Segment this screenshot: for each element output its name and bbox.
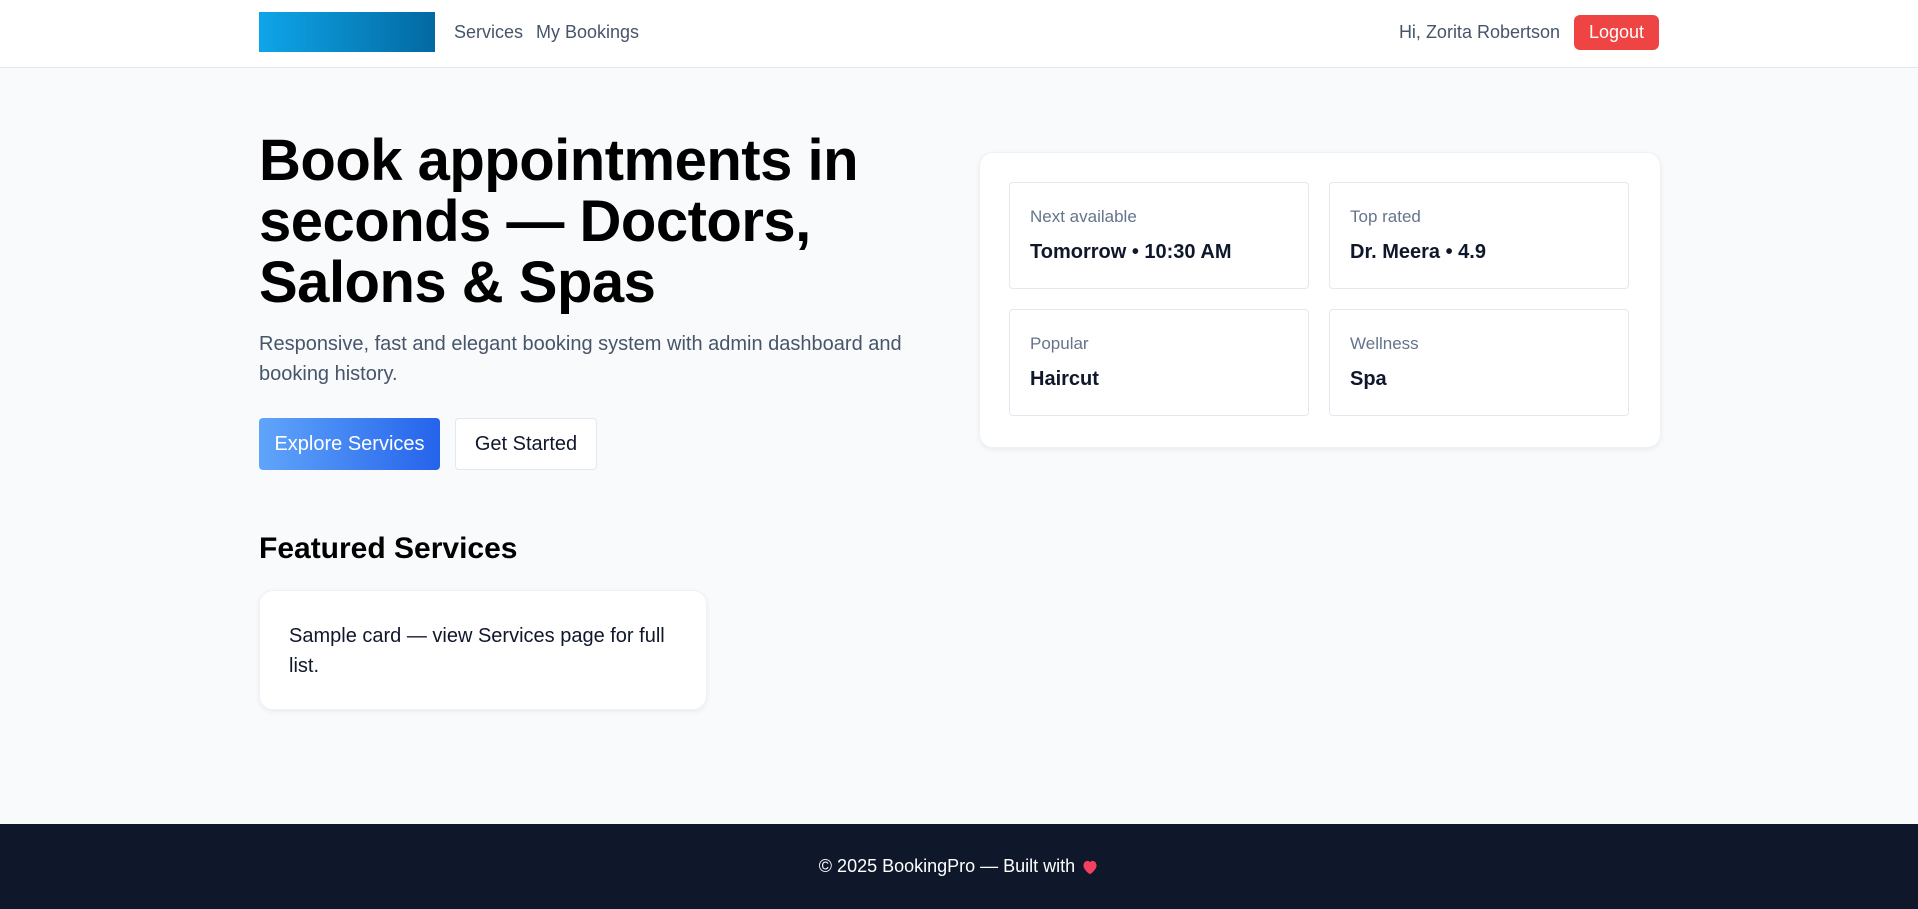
stat-value: Haircut [1030, 368, 1099, 390]
stat-card-wellness: Wellness Spa [1329, 309, 1629, 416]
stat-card-popular: Popular Haircut [1009, 309, 1309, 416]
stat-label: Next available [1030, 207, 1137, 226]
nav-link-my-bookings[interactable]: My Bookings [536, 22, 639, 43]
nav-link-services[interactable]: Services [454, 22, 523, 43]
hero-title: Book appointments in seconds — Doctors, … [259, 128, 859, 315]
featured-service-card[interactable]: Sample card — view Services page for ful… [259, 590, 707, 710]
stats-panel: Next available Tomorrow • 10:30 AM Top r… [979, 152, 1661, 448]
top-navbar: Services My Bookings Hi, Zorita Robertso… [0, 0, 1918, 68]
stat-value: Dr. Meera • 4.9 [1350, 241, 1486, 263]
sample-card-text: Sample card — view Services page for ful… [289, 625, 665, 677]
stat-card-next-available: Next available Tomorrow • 10:30 AM [1009, 182, 1309, 289]
footer-text: © 2025 BookingPro — Built with [818, 856, 1076, 876]
featured-services-title: Featured Services [259, 532, 518, 565]
footer-content: © 2025 BookingPro — Built with [0, 856, 1918, 880]
explore-services-button[interactable]: Explore Services [259, 418, 440, 470]
stat-value: Tomorrow • 10:30 AM [1030, 241, 1232, 263]
user-greeting: Hi, Zorita Robertson [1398, 22, 1560, 42]
page-footer: © 2025 BookingPro — Built with [0, 824, 1918, 909]
logout-button[interactable]: Logout [1574, 15, 1659, 50]
stat-label: Popular [1030, 334, 1089, 353]
heart-icon [1081, 859, 1099, 880]
stat-card-top-rated: Top rated Dr. Meera • 4.9 [1329, 182, 1629, 289]
stat-label: Top rated [1350, 207, 1421, 226]
get-started-button[interactable]: Get Started [455, 418, 597, 470]
brand-logo[interactable] [259, 12, 435, 52]
hero-subtitle: Responsive, fast and elegant booking sys… [259, 333, 902, 385]
stat-value: Spa [1350, 368, 1387, 390]
stat-label: Wellness [1350, 334, 1419, 353]
